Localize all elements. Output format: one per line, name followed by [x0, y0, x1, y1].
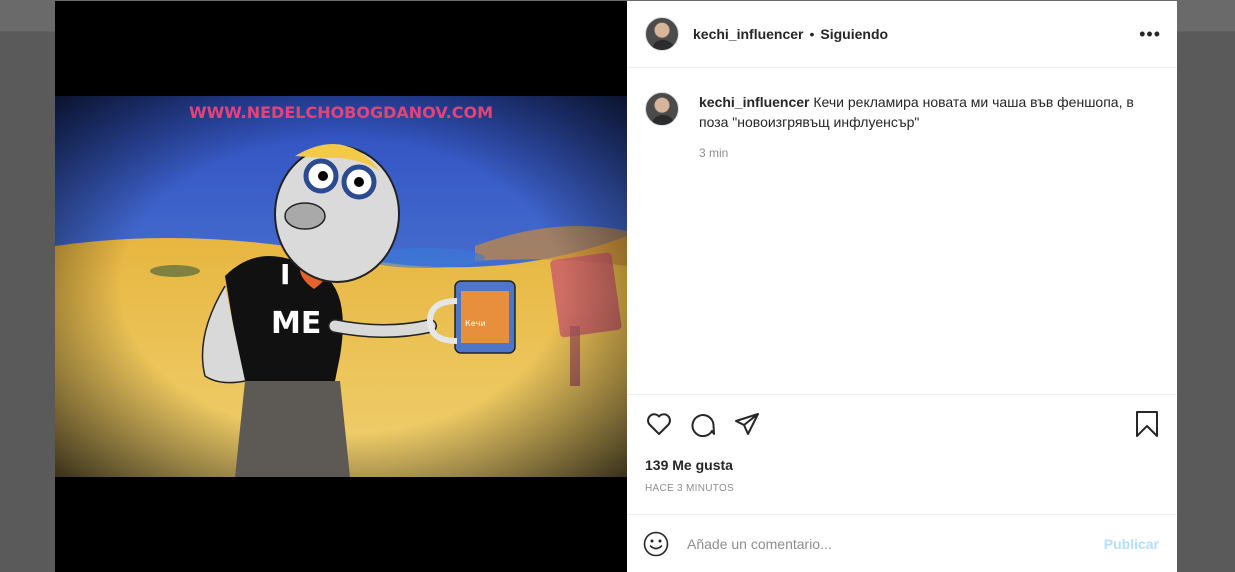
like-button[interactable]: [643, 408, 675, 440]
caption-username[interactable]: kechi_influencer: [699, 94, 810, 110]
more-icon[interactable]: •••: [1139, 24, 1161, 45]
post-media[interactable]: WWW.NEDELCHOBOGDANOV.COM I ME Кечи: [55, 1, 627, 572]
share-button[interactable]: [731, 408, 763, 440]
author-username[interactable]: kechi_influencer: [693, 26, 804, 42]
caption-avatar[interactable]: [645, 92, 679, 126]
author-avatar[interactable]: [645, 17, 679, 51]
shirt-text-me: ME: [271, 306, 321, 341]
comment-button[interactable]: [687, 408, 719, 440]
action-bar: [627, 395, 1177, 453]
post-side-panel: kechi_influencer • Siguiendo ••• kechi_i…: [627, 1, 1177, 572]
mug-label: Кечи: [465, 319, 486, 328]
post-modal: WWW.NEDELCHOBOGDANOV.COM I ME Кечи kechi…: [55, 1, 1177, 572]
comments-section: kechi_influencer Кечи рекламира новата м…: [627, 68, 1177, 395]
caption-text-block: kechi_influencer Кечи рекламира новата м…: [699, 92, 1159, 132]
comment-input[interactable]: [687, 535, 1104, 552]
caption-time[interactable]: 3 min: [699, 146, 1159, 160]
post-header: kechi_influencer • Siguiendo •••: [627, 1, 1177, 68]
share-icon: [735, 413, 759, 435]
posted-time[interactable]: HACE 3 MINUTOS: [627, 473, 1177, 494]
likes-count[interactable]: 139 Me gusta: [627, 453, 1177, 473]
caption-comment: kechi_influencer Кечи рекламира новата м…: [645, 92, 1159, 132]
separator-dot: •: [809, 26, 815, 42]
following-button[interactable]: Siguiendo: [820, 26, 888, 42]
emoji-icon[interactable]: [643, 531, 669, 557]
add-comment-bar: Publicar: [627, 514, 1177, 572]
post-image: WWW.NEDELCHOBOGDANOV.COM I ME Кечи: [55, 96, 627, 477]
bookmark-icon: [1136, 411, 1158, 437]
shirt-text-i: I: [280, 258, 290, 291]
image-watermark: WWW.NEDELCHOBOGDANOV.COM: [189, 103, 493, 122]
heart-icon: [647, 413, 671, 435]
comment-icon: [691, 414, 715, 437]
publish-button[interactable]: Publicar: [1104, 536, 1159, 552]
save-button[interactable]: [1131, 408, 1163, 440]
